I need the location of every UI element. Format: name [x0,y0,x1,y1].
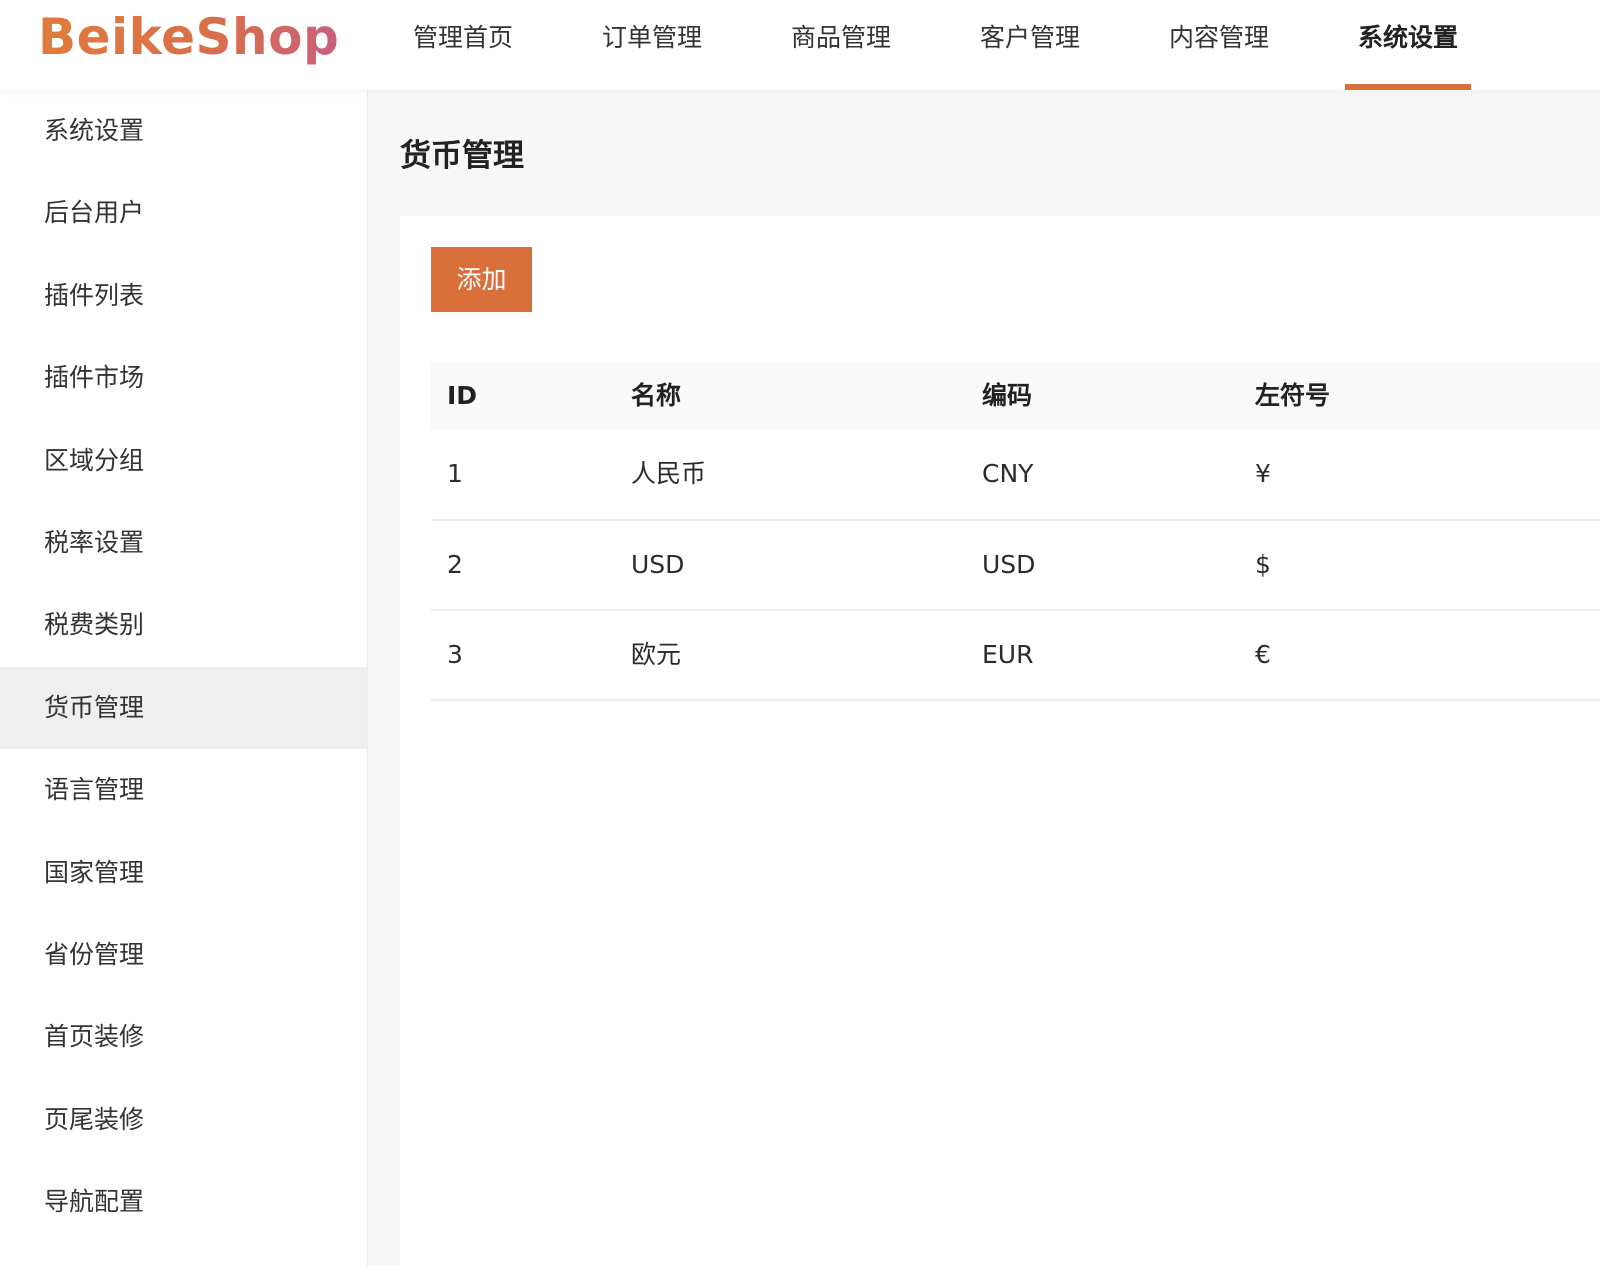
sidebar-item-languages[interactable]: 语言管理 [0,749,367,831]
topnav-content[interactable]: 内容管理 [1156,0,1282,90]
sidebar-item-currency[interactable]: 货币管理 [0,667,367,749]
content-card: 添加 ID 名称 编码 左符号 1 人民币 CNY ¥ 2 USD USD $ [400,216,1600,1276]
sidebar-item-plugin-list[interactable]: 插件列表 [0,255,367,337]
cell-left-symbol: $ [1255,550,1271,579]
sidebar-item-system-settings[interactable]: 系统设置 [0,90,367,172]
table-row: 2 USD USD $ [431,521,1600,611]
column-header-name: 名称 [631,381,682,410]
topnav-products[interactable]: 商品管理 [778,0,904,90]
cell-id: 3 [447,640,463,669]
column-header-id: ID [447,381,478,410]
cell-name: 欧元 [631,640,682,669]
cell-code: EUR [982,640,1034,669]
sidebar-item-countries[interactable]: 国家管理 [0,832,367,914]
topnav-customers[interactable]: 客户管理 [967,0,1093,90]
cell-left-symbol: ¥ [1255,459,1271,488]
cell-name: 人民币 [631,459,707,488]
cell-id: 2 [447,550,463,579]
column-header-code: 编码 [982,381,1033,410]
cell-id: 1 [447,459,463,488]
add-button[interactable]: 添加 [431,247,532,312]
top-header: BeikeShop 管理首页 订单管理 商品管理 客户管理 内容管理 系统设置 [0,0,1600,90]
cell-name: USD [631,550,685,579]
currency-table: ID 名称 编码 左符号 1 人民币 CNY ¥ 2 USD USD $ 3 欧… [431,362,1600,701]
sidebar-item-tax-rates[interactable]: 税率设置 [0,502,367,584]
topnav-dashboard[interactable]: 管理首页 [400,0,526,90]
brand-logo[interactable]: BeikeShop [38,2,339,72]
table-header: ID 名称 编码 左符号 [431,362,1600,430]
table-row: 3 欧元 EUR € [431,611,1600,701]
sidebar-item-admin-users[interactable]: 后台用户 [0,172,367,254]
topnav-orders[interactable]: 订单管理 [589,0,715,90]
sidebar-item-tax-classes[interactable]: 税费类别 [0,584,367,666]
sidebar-item-navigation[interactable]: 导航配置 [0,1161,367,1243]
cell-code: CNY [982,459,1034,488]
topnav-settings[interactable]: 系统设置 [1345,0,1471,90]
sidebar-item-provinces[interactable]: 省份管理 [0,914,367,996]
cell-left-symbol: € [1255,640,1271,669]
sidebar-item-zone-groups[interactable]: 区域分组 [0,420,367,502]
sidebar-item-plugin-market[interactable]: 插件市场 [0,337,367,419]
column-header-left-symbol: 左符号 [1255,381,1331,410]
sidebar-item-home-design[interactable]: 首页装修 [0,996,367,1078]
cell-code: USD [982,550,1036,579]
sidebar-item-footer-design[interactable]: 页尾装修 [0,1079,367,1161]
table-row: 1 人民币 CNY ¥ [431,430,1600,521]
sidebar: 系统设置 后台用户 插件列表 插件市场 区域分组 税率设置 税费类别 货币管理 … [0,90,368,1266]
main-content: 货币管理 添加 ID 名称 编码 左符号 1 人民币 CNY ¥ 2 USD U… [368,90,1600,1276]
page-title: 货币管理 [400,138,524,174]
